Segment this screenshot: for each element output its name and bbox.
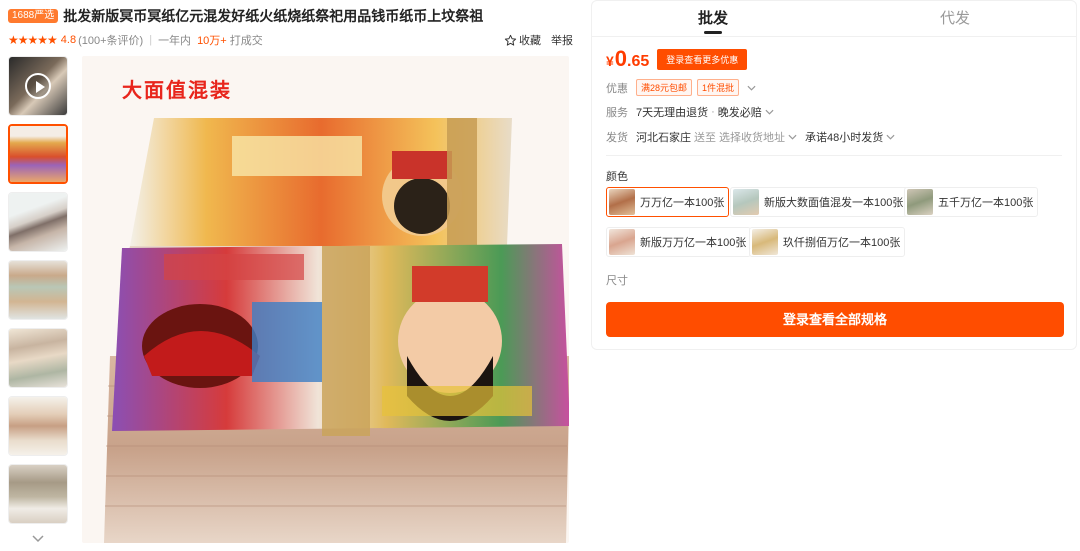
thumbnail-image-5[interactable]	[8, 396, 68, 456]
option-thumbnail	[733, 189, 759, 215]
color-option-label: 玖仟捌佰万亿一本100张	[783, 237, 901, 249]
sales-period: 一年内	[158, 35, 192, 47]
review-count[interactable]: (100+条评价)	[78, 32, 143, 48]
report-label: 举报	[551, 35, 573, 47]
thumbnail-image-3[interactable]	[8, 260, 68, 320]
option-thumbnail	[752, 229, 778, 255]
sales-count: 10万+	[197, 35, 227, 47]
thumbnail-list	[8, 56, 68, 548]
service-return: 7天无理由退货	[636, 107, 709, 119]
price-integer: 0	[614, 46, 628, 71]
favorite-label: 收藏	[519, 35, 541, 47]
thumbnail-image-1[interactable]	[8, 124, 68, 184]
promo-row: 优惠 满28元包邮 1件混批	[606, 79, 764, 96]
chevron-down-icon[interactable]	[788, 134, 797, 140]
sales-suffix: 打成交	[229, 35, 263, 47]
meta-row: ★★★★★ 4.8 (100+条评价) | 一年内 10万+ 打成交 收藏 举报	[8, 31, 573, 49]
option-thumbnail	[907, 189, 933, 215]
main-product-image[interactable]: 大面值混装	[82, 56, 569, 543]
thumbnail-picture	[9, 193, 67, 251]
login-view-all-specs-button[interactable]: 登录查看全部规格	[606, 302, 1064, 337]
color-option-label: 五千万亿一本100张	[938, 197, 1034, 209]
product-header: 1688严选 批发新版冥币冥纸亿元混发好纸火纸烧纸祭祀用品钱币纸币上坟祭祖 ★★…	[8, 6, 573, 54]
color-option-3[interactable]: 五千万亿一本100张	[904, 187, 1039, 217]
chevron-down-icon[interactable]	[886, 134, 895, 140]
thumbnail-scroll-down[interactable]	[8, 532, 68, 546]
thumbnail-image-4[interactable]	[8, 328, 68, 388]
shipping-address-select[interactable]: 选择收货地址	[719, 129, 785, 145]
chevron-down-icon[interactable]	[765, 109, 774, 115]
play-icon	[25, 73, 51, 99]
meta-divider: |	[149, 34, 153, 46]
rating-stars-icon: ★★★★★	[8, 33, 58, 47]
shipping-to: 送至	[694, 132, 716, 144]
product-photo	[104, 118, 569, 543]
login-more-discounts-button[interactable]: 登录查看更多优惠	[657, 48, 748, 70]
color-label: 颜色	[606, 171, 628, 183]
service-dot: ·	[711, 106, 715, 118]
thumbnail-picture	[9, 465, 67, 523]
promo-tag-mixed-batch: 1件混批	[697, 79, 740, 96]
price-currency: ¥	[606, 53, 614, 69]
panel-divider	[606, 155, 1062, 156]
promo-label: 优惠	[606, 82, 628, 95]
color-option-4[interactable]: 新版万万亿一本100张	[606, 227, 752, 257]
thumbnail-picture	[9, 397, 67, 455]
service-label: 服务	[606, 107, 628, 119]
chevron-down-icon[interactable]	[747, 85, 756, 91]
promo-tag-free-shipping: 满28元包邮	[636, 79, 693, 96]
selection-badge: 1688严选	[8, 9, 59, 23]
tab-dropship[interactable]: 代发	[834, 1, 1076, 36]
shipping-origin: 河北石家庄	[636, 132, 691, 144]
report-button[interactable]: 举报	[551, 32, 573, 48]
color-option-label: 新版万万亿一本100张	[640, 237, 747, 249]
purchase-panel: 批发 代发 ¥ 0 .65 登录查看更多优惠 优惠 满28元包邮 1件混批 服务…	[591, 0, 1077, 350]
shipping-label: 发货	[606, 132, 628, 144]
title-row: 1688严选 批发新版冥币冥纸亿元混发好纸火纸烧纸祭祀用品钱币纸币上坟祭祖	[8, 6, 573, 26]
color-option-5[interactable]: 玖仟捌佰万亿一本100张	[749, 227, 906, 257]
thumbnail-image-6[interactable]	[8, 464, 68, 524]
chevron-down-icon	[32, 535, 44, 543]
service-late-compensation: 晚发必赔	[717, 107, 762, 119]
color-option-label: 万万亿一本100张	[640, 197, 725, 209]
favorite-button[interactable]: 收藏	[504, 32, 541, 48]
thumbnail-picture	[9, 329, 67, 387]
price-decimal: .65	[627, 53, 650, 70]
service-row: 服务 7天无理由退货 · 晚发必赔	[606, 104, 782, 120]
price-row: ¥ 0 .65 登录查看更多优惠	[606, 46, 748, 72]
size-label: 尺寸	[606, 275, 628, 287]
option-thumbnail	[609, 189, 635, 215]
option-thumbnail	[609, 229, 635, 255]
tab-wholesale[interactable]: 批发	[592, 1, 834, 36]
thumbnail-picture	[9, 261, 67, 319]
thumbnail-video[interactable]	[8, 56, 68, 116]
color-option-1[interactable]: 万万亿一本100张	[606, 187, 730, 217]
price: ¥ 0 .65	[606, 46, 649, 72]
meta-actions: 收藏 举报	[494, 32, 573, 48]
color-option-2[interactable]: 新版大数面值混发一本100张	[730, 187, 909, 217]
star-outline-icon	[504, 34, 517, 46]
rating-score: 4.8	[60, 34, 77, 46]
purchase-tabs: 批发 代发	[592, 1, 1076, 37]
shipping-row: 发货 河北石家庄 送至 选择收货地址 承诺48小时发货	[606, 129, 903, 145]
shipping-promise: 承诺48小时发货	[805, 132, 884, 144]
thumbnail-image-2[interactable]	[8, 192, 68, 252]
thumbnail-picture	[10, 126, 66, 182]
product-title: 批发新版冥币冥纸亿元混发好纸火纸烧纸祭祀用品钱币纸币上坟祭祖	[63, 8, 484, 24]
color-option-label: 新版大数面值混发一本100张	[764, 197, 904, 209]
